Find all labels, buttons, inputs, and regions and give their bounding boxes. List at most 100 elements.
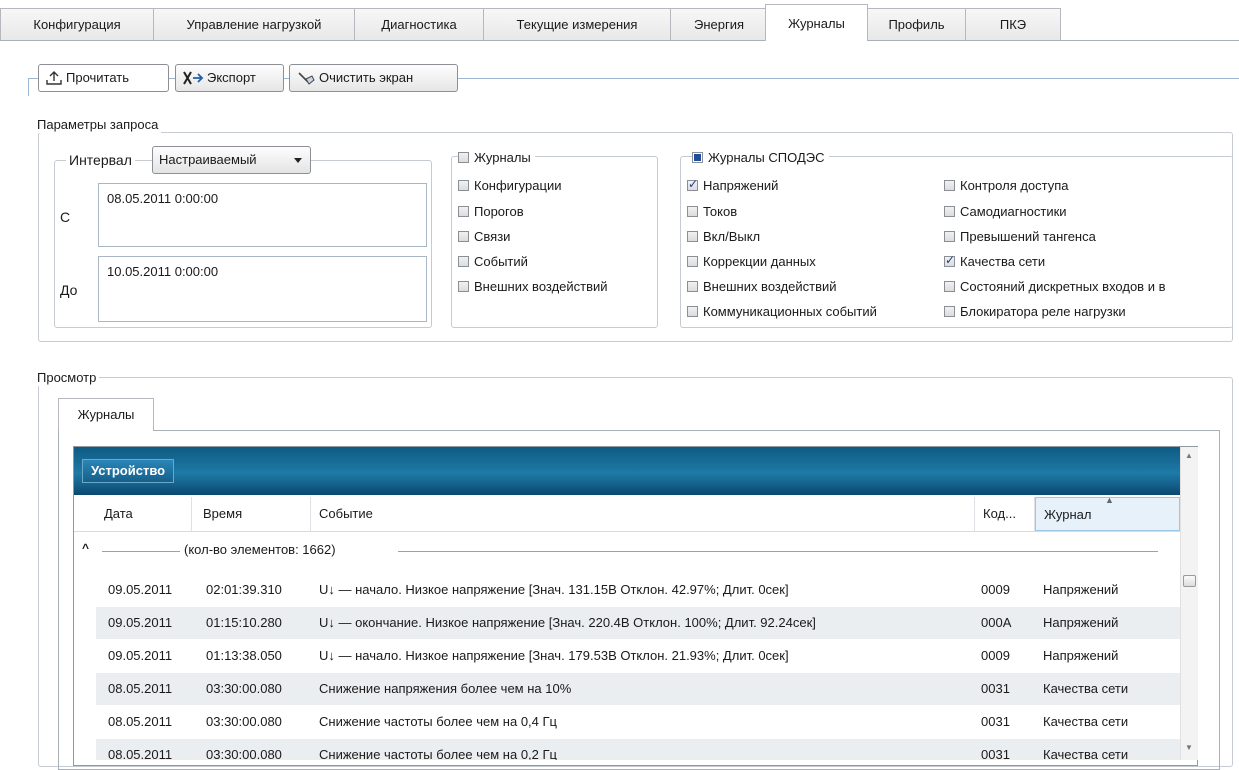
tab-energy[interactable]: Энергия: [670, 8, 768, 40]
spodes-item-data-correction[interactable]: Коррекции данных: [687, 253, 816, 269]
scroll-thumb[interactable]: [1183, 575, 1196, 587]
checkbox-checked[interactable]: [687, 177, 698, 191]
journal-item-external[interactable]: Внешних воздействий: [458, 278, 608, 294]
spodes-item-label: Превышений тангенса: [960, 228, 1096, 244]
journal-item-configurations[interactable]: Конфигурации: [458, 177, 561, 193]
view-title: Просмотр: [34, 370, 100, 386]
interval-label: Интервал: [66, 152, 135, 168]
cell-time: 02:01:39.310: [206, 582, 282, 597]
cell-journal: Напряжений: [1043, 648, 1119, 663]
tab-journals[interactable]: Журналы: [765, 4, 868, 41]
checkbox[interactable]: [944, 280, 955, 292]
checkbox[interactable]: [458, 255, 469, 267]
grid-group-panel: Устройство: [74, 447, 1180, 495]
checkbox[interactable]: [944, 230, 955, 242]
spodes-item-network-quality[interactable]: Качества сети: [944, 253, 1045, 269]
journals-checkbox[interactable]: [458, 151, 469, 163]
column-code[interactable]: Код...: [975, 497, 1035, 531]
grid-scrollbar[interactable]: ▲ ▼: [1180, 447, 1198, 760]
table-row[interactable]: 09.05.2011 01:13:38.050 U↓ — начало. Низ…: [96, 640, 1180, 672]
checkbox[interactable]: [458, 179, 469, 191]
to-label: До: [60, 282, 78, 298]
spodes-item-onoff[interactable]: Вкл/Выкл: [687, 228, 760, 244]
spodes-item-voltage[interactable]: Напряжений: [687, 177, 778, 193]
spodes-toggle[interactable]: Журналы СПОДЭС: [692, 149, 829, 165]
table-row[interactable]: 08.05.2011 03:30:00.080 Снижение частоты…: [96, 739, 1180, 760]
journal-item-thresholds[interactable]: Порогов: [458, 203, 524, 219]
export-button-label: Экспорт: [207, 70, 256, 85]
checkbox[interactable]: [944, 305, 955, 317]
tab-profile[interactable]: Профиль: [867, 8, 966, 40]
spodes-item-self-diagnostics[interactable]: Самодиагностики: [944, 203, 1067, 219]
checkbox[interactable]: [687, 205, 698, 217]
export-button[interactable]: Экспорт: [175, 64, 284, 92]
checkbox[interactable]: [458, 230, 469, 242]
clear-screen-button[interactable]: Очистить экран: [289, 64, 458, 92]
to-datetime-input[interactable]: 10.05.2011 0:00:00: [98, 256, 427, 322]
journal-item-events[interactable]: Событий: [458, 253, 528, 269]
spodes-item-external[interactable]: Внешних воздействий: [687, 278, 837, 294]
checkbox[interactable]: [687, 305, 698, 317]
table-row[interactable]: 08.05.2011 03:30:00.080 Снижение частоты…: [96, 706, 1180, 738]
tab-load-control[interactable]: Управление нагрузкой: [153, 8, 355, 40]
collapse-group-icon[interactable]: ^: [82, 541, 89, 555]
cell-date: 09.05.2011: [108, 582, 173, 597]
interval-select[interactable]: Настраиваемый: [152, 146, 311, 174]
cell-event: U↓ — начало. Низкое напряжение [Знач. 17…: [319, 648, 789, 663]
tab-configuration[interactable]: Конфигурация: [0, 8, 154, 40]
checkbox[interactable]: [687, 280, 698, 292]
tab-pke[interactable]: ПКЭ: [965, 8, 1061, 40]
cell-date: 09.05.2011: [108, 615, 173, 630]
checkbox[interactable]: [944, 205, 955, 217]
sort-asc-icon: ▲: [1105, 495, 1114, 505]
tab-join: [59, 430, 153, 432]
spodes-item-tangent[interactable]: Превышений тангенса: [944, 228, 1096, 244]
from-datetime-input[interactable]: 08.05.2011 0:00:00: [98, 183, 427, 247]
checkbox[interactable]: [458, 280, 469, 292]
column-journal[interactable]: Журнал ▲: [1035, 495, 1180, 531]
checkbox[interactable]: [687, 230, 698, 242]
journal-item-link[interactable]: Связи: [458, 228, 510, 244]
cell-code: 0031: [981, 714, 1010, 729]
spodes-item-access-control[interactable]: Контроля доступа: [944, 177, 1069, 193]
clear-screen-button-label: Очистить экран: [319, 70, 414, 85]
spodes-item-label: Коррекции данных: [703, 253, 816, 269]
column-date[interactable]: Дата: [96, 497, 192, 531]
column-event[interactable]: Событие: [311, 497, 975, 531]
table-row[interactable]: 09.05.2011 01:15:10.280 U↓ — окончание. …: [96, 607, 1180, 639]
spodes-checkbox[interactable]: [692, 151, 703, 163]
spodes-item-communication[interactable]: Коммуникационных событий: [687, 303, 877, 319]
journals-toggle[interactable]: Журналы: [458, 149, 535, 165]
spodes-item-label: Самодиагностики: [960, 203, 1067, 219]
eraser-icon: [298, 72, 315, 85]
scroll-up-icon[interactable]: ▲: [1185, 451, 1193, 460]
view-tab-journals[interactable]: Журналы: [58, 398, 154, 431]
spodes-item-label: Напряжений: [703, 177, 779, 193]
device-group-button[interactable]: Устройство: [82, 459, 175, 483]
journal-item-label: Порогов: [474, 203, 524, 219]
checkbox[interactable]: [458, 205, 469, 217]
table-row[interactable]: 09.05.2011 02:01:39.310 U↓ — начало. Низ…: [96, 574, 1180, 606]
cell-event: Снижение частоты более чем на 0,4 Гц: [319, 714, 557, 729]
tab-diagnostics[interactable]: Диагностика: [354, 8, 484, 40]
spodes-item-label: Коммуникационных событий: [703, 303, 877, 319]
column-time[interactable]: Время: [195, 497, 311, 531]
spodes-item-currents[interactable]: Токов: [687, 203, 737, 219]
spodes-title: Журналы СПОДЭС: [708, 149, 825, 165]
interval-select-value: Настраиваемый: [159, 152, 257, 167]
journal-item-label: Конфигурации: [474, 177, 562, 193]
table-row[interactable]: 08.05.2011 03:30:00.080 Снижение напряже…: [96, 673, 1180, 705]
checkbox[interactable]: [944, 179, 955, 191]
tab-current-measurements[interactable]: Текущие измерения: [483, 8, 671, 40]
cell-time: 03:30:00.080: [206, 681, 282, 696]
read-button[interactable]: Прочитать: [38, 64, 169, 92]
spodes-item-discrete-inputs[interactable]: Состояний дискретных входов и в: [944, 278, 1239, 294]
checkbox-checked[interactable]: [944, 253, 955, 267]
scroll-down-icon[interactable]: ▼: [1185, 743, 1193, 752]
spodes-item-relay-blocker[interactable]: Блокиратора реле нагрузки: [944, 303, 1126, 319]
cell-event: U↓ — начало. Низкое напряжение [Знач. 13…: [319, 582, 789, 597]
checkbox[interactable]: [687, 255, 698, 267]
cell-code: 0031: [981, 747, 1010, 760]
journal-item-label: Внешних воздействий: [474, 278, 608, 294]
spodes-item-label: Контроля доступа: [960, 177, 1069, 193]
